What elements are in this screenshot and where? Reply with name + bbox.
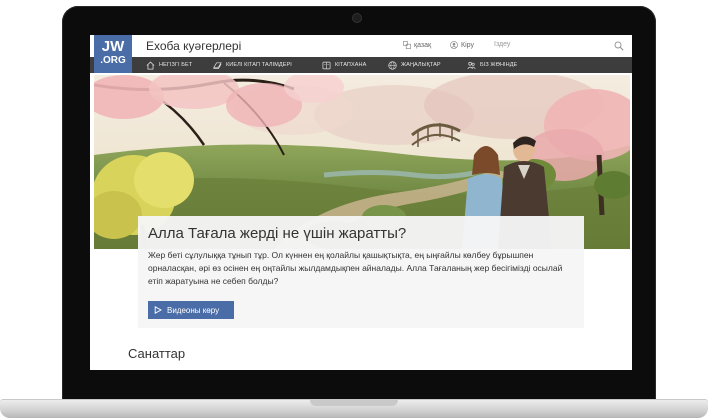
top-bar: JW .ORG Ехоба куәгерлері қазақ Кіру Ізде…: [90, 35, 632, 73]
translate-icon: [403, 41, 411, 49]
logo-domain: .ORG: [100, 55, 126, 66]
nav-item-library[interactable]: КІТАПХАНА: [322, 57, 366, 73]
hero-headline[interactable]: Алла Тағала жерді не үшін жаратты?: [148, 225, 406, 242]
login-link[interactable]: Кіру: [450, 41, 474, 49]
nav-label: ЖАҢАЛЫҚТАР: [401, 62, 441, 68]
nav-item-news[interactable]: ЖАҢАЛЫҚТАР: [388, 57, 441, 73]
nav-item-home[interactable]: НЕГІЗГІ БЕТ: [146, 57, 192, 73]
logo-text: JW: [101, 38, 125, 55]
language-selector[interactable]: қазақ: [403, 41, 431, 49]
library-icon: [322, 61, 331, 69]
hero-description: Жер беті сұлулыққа тұнып тұр. Ол күннен …: [148, 250, 563, 286]
jw-logo[interactable]: JW .ORG: [94, 35, 132, 73]
search-icon[interactable]: [614, 41, 624, 51]
laptop-notch: [310, 400, 398, 406]
categories-heading: Санаттар: [128, 346, 186, 361]
nav-label: КИЕЛІ КІТАП ТАЛІМДЕРІ: [226, 62, 292, 68]
play-icon: [154, 306, 162, 314]
nav-label: НЕГІЗГІ БЕТ: [159, 62, 193, 68]
home-icon: [146, 61, 155, 70]
nav-label: БІЗ ЖӨНІНДЕ: [480, 62, 518, 68]
people-icon: [467, 61, 476, 69]
watch-video-button[interactable]: Видеоны көру: [148, 301, 234, 319]
main-nav: НЕГІЗГІ БЕТ КИЕЛІ КІТАП ТАЛІМДЕРІ КІТАПХ…: [90, 57, 632, 73]
nav-label: КІТАПХАНА: [335, 62, 367, 68]
login-label: Кіру: [461, 41, 474, 49]
bible-icon: [213, 61, 222, 69]
site-title[interactable]: Ехоба куәгерлері: [146, 39, 241, 53]
user-icon: [450, 41, 458, 49]
webcam-icon: [353, 14, 361, 22]
search-input[interactable]: Іздеу: [494, 41, 510, 48]
news-icon: [388, 60, 397, 70]
browser-screen: JW .ORG Ехоба куәгерлері қазақ Кіру Ізде…: [90, 35, 632, 370]
watch-video-label: Видеоны көру: [167, 305, 220, 315]
nav-item-bible-teachings[interactable]: КИЕЛІ КІТАП ТАЛІМДЕРІ: [213, 57, 292, 73]
language-label: қазақ: [414, 41, 432, 49]
nav-item-about[interactable]: БІЗ ЖӨНІНДЕ: [467, 57, 517, 73]
